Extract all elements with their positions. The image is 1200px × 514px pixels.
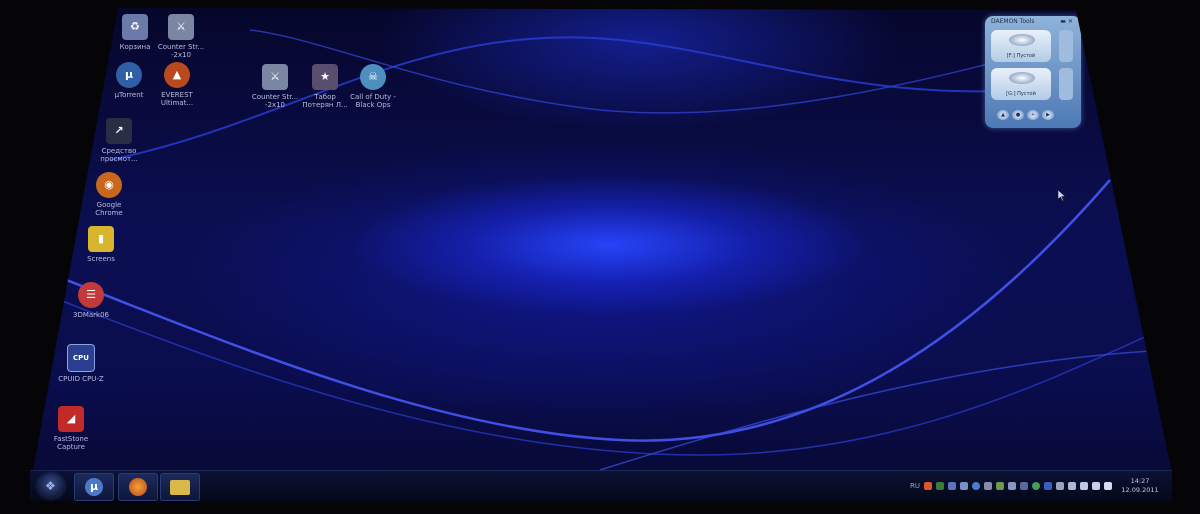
utorrent-icon: µ bbox=[85, 478, 103, 496]
desktop-icon-call-of-duty[interactable]: ☠ Call of Duty - Black Ops bbox=[338, 64, 408, 109]
desktop-icon-shortcut[interactable]: ↗ Средство просмот... bbox=[84, 118, 154, 163]
taskbar: ❖ µ ● ▬ RU 14:27 12.09.2011 bbox=[30, 470, 1172, 501]
gadget-button-4[interactable]: ▶ bbox=[1042, 110, 1054, 120]
language-indicator[interactable]: RU bbox=[910, 482, 920, 490]
folder-icon: ▮ bbox=[88, 226, 114, 252]
virtual-drive-2[interactable]: [G:] Пустой bbox=[991, 68, 1051, 100]
icon-label: Call of Duty - Black Ops bbox=[350, 93, 396, 109]
virtual-drive-1[interactable]: [F:] Пустой bbox=[991, 30, 1051, 62]
battery-icon[interactable] bbox=[1068, 482, 1076, 490]
disc-icon bbox=[1009, 72, 1035, 84]
drive-1-label: [F:] Пустой bbox=[1006, 53, 1036, 59]
utorrent-icon: µ bbox=[116, 62, 142, 88]
shield-icon[interactable] bbox=[948, 482, 956, 490]
desktop-icon-faststone[interactable]: ◢ FastStone Capture bbox=[36, 406, 106, 451]
faststone-icon: ◢ bbox=[58, 406, 84, 432]
taskbar-pinned-firefox[interactable]: ● bbox=[118, 473, 158, 501]
recycle-bin-icon: ♻ bbox=[122, 14, 148, 40]
chat-icon[interactable] bbox=[996, 482, 1004, 490]
mouse-cursor-icon bbox=[1058, 190, 1066, 201]
taskbar-pinned-utorrent[interactable]: µ bbox=[74, 473, 114, 501]
icon-label: Screens bbox=[87, 255, 115, 263]
monitor-icon[interactable] bbox=[1020, 482, 1028, 490]
volume-icon[interactable] bbox=[1092, 482, 1100, 490]
flag-icon[interactable] bbox=[1104, 482, 1112, 490]
update-icon[interactable] bbox=[1032, 482, 1040, 490]
game-icon: ★ bbox=[312, 64, 338, 90]
3dmark-icon: ☰ bbox=[78, 282, 104, 308]
windows-logo-icon: ❖ bbox=[45, 479, 56, 493]
gadget-controls[interactable]: ▬✕ bbox=[1060, 18, 1075, 25]
icon-label: 3DMark06 bbox=[72, 311, 109, 319]
drive-icon[interactable] bbox=[1008, 482, 1016, 490]
cpu-z-icon: CPU bbox=[67, 344, 95, 372]
shortcut-icon: ↗ bbox=[106, 118, 132, 144]
disc-icon bbox=[1009, 34, 1035, 46]
desktop-icon-counter-strike[interactable]: ⚔ Counter Str... -2x10 bbox=[146, 14, 216, 59]
signal-icon[interactable] bbox=[1080, 482, 1088, 490]
firefox-icon: ● bbox=[129, 478, 147, 496]
desktop-icon-cpu-z[interactable]: CPU CPUID CPU-Z bbox=[46, 344, 116, 383]
everest-icon: ▲ bbox=[164, 62, 190, 88]
gpu-icon[interactable] bbox=[984, 482, 992, 490]
icon-label: EVEREST Ultimat... bbox=[160, 91, 194, 107]
icon-label: CPUID CPU-Z bbox=[58, 375, 104, 383]
system-tray: RU bbox=[910, 477, 1112, 495]
clock-date: 12.09.2011 bbox=[1121, 486, 1159, 494]
soldiers-icon: ⚔ bbox=[262, 64, 288, 90]
folder-icon: ▬ bbox=[170, 479, 190, 495]
start-button[interactable]: ❖ bbox=[38, 474, 64, 498]
icon-label: Counter Str... -2x10 bbox=[157, 43, 205, 59]
icon-label: Google Chrome bbox=[95, 201, 123, 217]
gadget-button-1[interactable]: ▲ bbox=[997, 110, 1009, 120]
clock[interactable]: 14:27 12.09.2011 bbox=[1120, 477, 1160, 495]
taskbar-pinned-explorer[interactable]: ▬ bbox=[160, 473, 200, 501]
daemon-tools-gadget[interactable]: DAEMON Tools ▬✕ [F:] Пустой [G:] Пустой … bbox=[985, 16, 1081, 128]
drive-2-eject-icon[interactable] bbox=[1059, 68, 1073, 100]
chrome-icon: ◉ bbox=[96, 172, 122, 198]
clock-time: 14:27 bbox=[1130, 477, 1150, 485]
skull-icon: ☠ bbox=[360, 64, 386, 90]
gadget-button-row: ▲ ● + ▶ bbox=[997, 110, 1054, 120]
usb-icon[interactable] bbox=[1056, 482, 1064, 490]
globe-icon[interactable] bbox=[972, 482, 980, 490]
soldiers-icon: ⚔ bbox=[168, 14, 194, 40]
daemon-tools-icon[interactable] bbox=[960, 482, 968, 490]
desktop-icon-google-chrome[interactable]: ◉ Google Chrome bbox=[74, 172, 144, 217]
desktop-icon-screens[interactable]: ▮ Screens bbox=[66, 226, 136, 263]
bluetooth-icon[interactable] bbox=[1044, 482, 1052, 490]
desktop-icon-3dmark[interactable]: ☰ 3DMark06 bbox=[56, 282, 126, 319]
drive-2-label: [G:] Пустой bbox=[1006, 91, 1036, 97]
drive-1-eject-icon[interactable] bbox=[1059, 30, 1073, 62]
utorrent-tray-icon[interactable] bbox=[936, 482, 944, 490]
gadget-title: DAEMON Tools bbox=[991, 18, 1035, 25]
icon-label: FastStone Capture bbox=[53, 435, 89, 451]
gadget-button-3[interactable]: + bbox=[1027, 110, 1039, 120]
icon-label: Средство просмот... bbox=[100, 147, 138, 163]
desktop: ♻ Корзина ⚔ Counter Str... -2x10 µ µTorr… bbox=[32, 8, 1172, 476]
network-icon[interactable] bbox=[924, 482, 932, 490]
desktop-icon-everest[interactable]: ▲ EVEREST Ultimat... bbox=[142, 62, 212, 107]
gadget-button-2[interactable]: ● bbox=[1012, 110, 1024, 120]
